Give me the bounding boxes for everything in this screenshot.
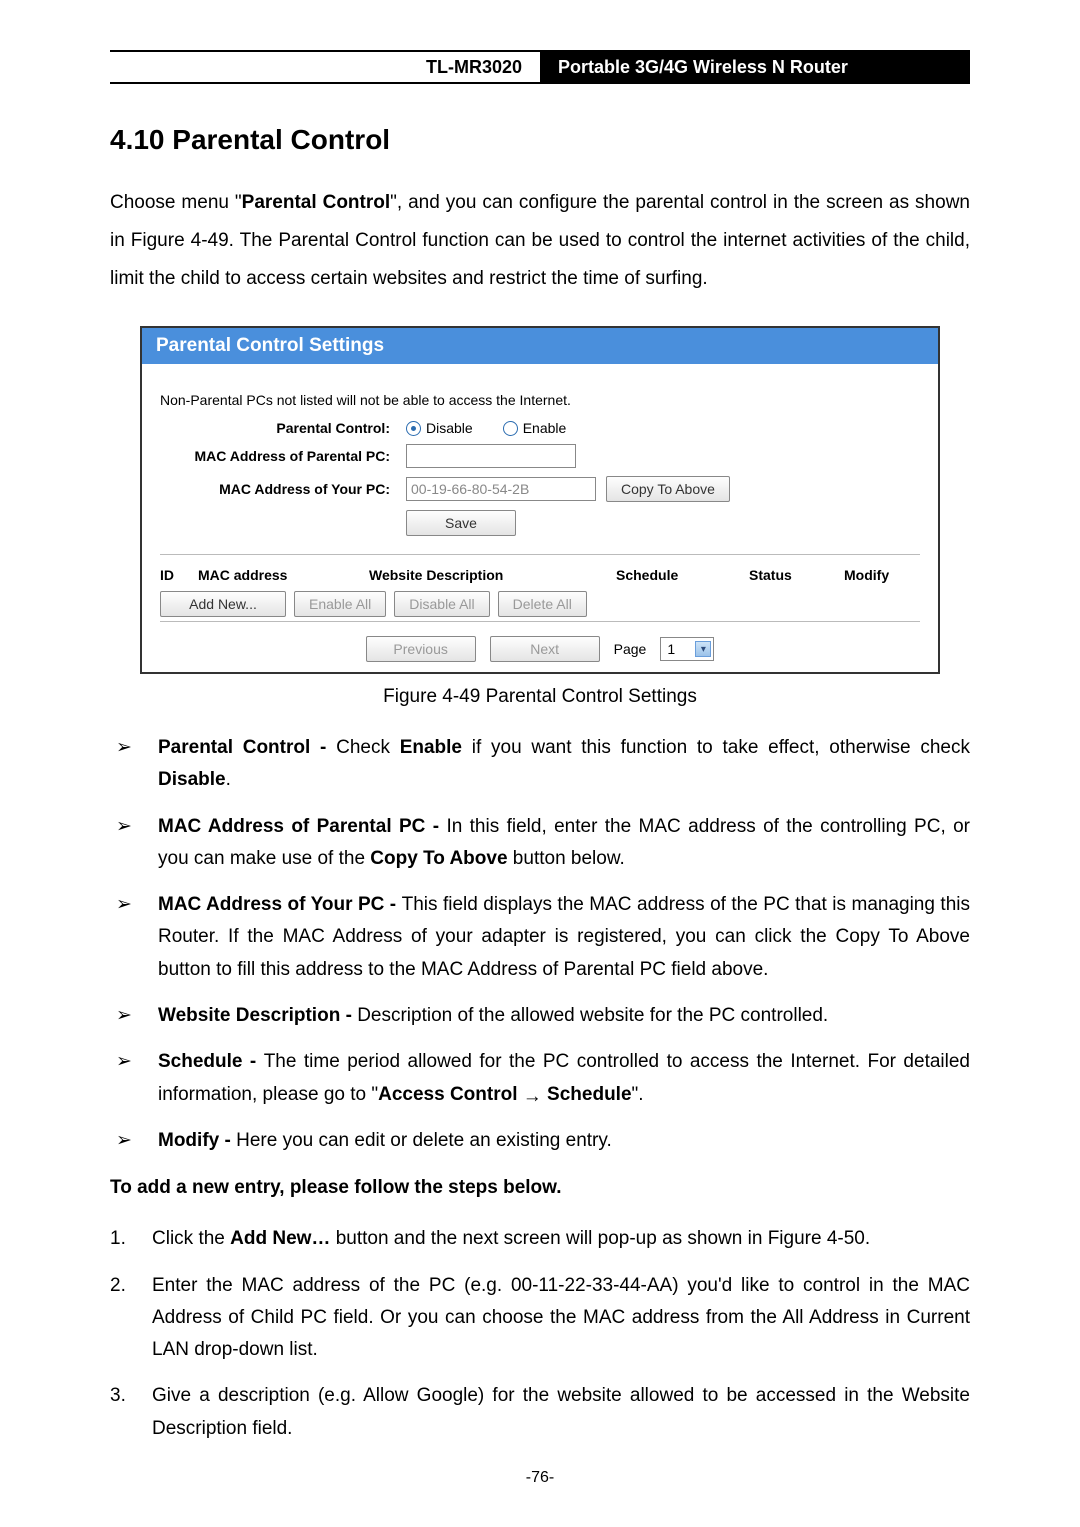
definition-item: ➢MAC Address of Your PC - This field dis…: [110, 889, 970, 986]
pager: Previous Next Page 1 ▾: [160, 621, 920, 666]
definition-item: ➢Schedule - The time period allowed for …: [110, 1046, 970, 1111]
bullet-icon: ➢: [110, 811, 158, 876]
parental-control-panel: Parental Control Settings Non-Parental P…: [140, 326, 940, 674]
radio-disable[interactable]: Disable: [406, 420, 473, 436]
product-name: Portable 3G/4G Wireless N Router: [540, 52, 970, 82]
bullet-icon: ➢: [110, 1000, 158, 1032]
steps-heading: To add a new entry, please follow the st…: [110, 1177, 970, 1199]
col-mac: MAC address: [198, 567, 369, 583]
page-select[interactable]: 1 ▾: [660, 637, 714, 661]
copy-to-above-button[interactable]: Copy To Above: [606, 476, 730, 502]
panel-notice: Non-Parental PCs not listed will not be …: [160, 392, 920, 408]
input-mac-your[interactable]: 00-19-66-80-54-2B: [406, 477, 596, 501]
delete-all-button[interactable]: Delete All: [498, 591, 587, 617]
figure-caption: Figure 4-49 Parental Control Settings: [110, 686, 970, 708]
label-parental-control: Parental Control:: [160, 420, 406, 436]
disable-all-button[interactable]: Disable All: [394, 591, 489, 617]
row-parental-control: Parental Control: Disable Enable: [160, 420, 920, 436]
row-mac-your: MAC Address of Your PC: 00-19-66-80-54-2…: [160, 476, 920, 502]
radio-enable[interactable]: Enable: [503, 420, 567, 436]
definition-list: ➢Parental Control - Check Enable if you …: [110, 732, 970, 1157]
bullet-icon: ➢: [110, 1125, 158, 1157]
bullet-icon: ➢: [110, 1046, 158, 1111]
table-action-row: Add New... Enable All Disable All Delete…: [160, 591, 920, 617]
step-number: 1.: [110, 1223, 152, 1255]
model-number: TL-MR3020: [110, 52, 540, 82]
previous-button[interactable]: Previous: [366, 636, 476, 662]
save-button[interactable]: Save: [406, 510, 516, 536]
bullet-icon: ➢: [110, 889, 158, 986]
steps-list: 1.Click the Add New… button and the next…: [110, 1223, 970, 1445]
col-id: ID: [160, 567, 198, 583]
add-new-button[interactable]: Add New...: [160, 591, 286, 617]
enable-all-button[interactable]: Enable All: [294, 591, 386, 617]
row-save: Save: [160, 510, 920, 536]
divider: [160, 554, 920, 555]
next-button[interactable]: Next: [490, 636, 600, 662]
definition-item: ➢Modify - Here you can edit or delete an…: [110, 1125, 970, 1157]
page-label: Page: [614, 641, 647, 657]
table-header: ID MAC address Website Description Sched…: [160, 567, 920, 583]
label-mac-parental: MAC Address of Parental PC:: [160, 448, 406, 464]
col-status: Status: [749, 567, 844, 583]
step-number: 3.: [110, 1380, 152, 1445]
chevron-down-icon: ▾: [695, 641, 711, 657]
panel-title: Parental Control Settings: [142, 328, 938, 364]
definition-item: ➢Website Description - Description of th…: [110, 1000, 970, 1032]
radio-dot-icon: [406, 421, 421, 436]
page-number: -76-: [0, 1469, 1080, 1487]
step-item: 2.Enter the MAC address of the PC (e.g. …: [110, 1270, 970, 1367]
intro-paragraph: Choose menu "Parental Control", and you …: [110, 184, 970, 298]
label-mac-your: MAC Address of Your PC:: [160, 481, 406, 497]
section-heading: 4.10 Parental Control: [110, 124, 970, 156]
col-sched: Schedule: [616, 567, 749, 583]
bullet-icon: ➢: [110, 732, 158, 797]
definition-item: ➢Parental Control - Check Enable if you …: [110, 732, 970, 797]
row-mac-parental: MAC Address of Parental PC:: [160, 444, 920, 468]
step-item: 1.Click the Add New… button and the next…: [110, 1223, 970, 1255]
definition-item: ➢MAC Address of Parental PC - In this fi…: [110, 811, 970, 876]
figure-4-49: Parental Control Settings Non-Parental P…: [140, 326, 940, 674]
step-number: 2.: [110, 1270, 152, 1367]
col-modify: Modify: [844, 567, 920, 583]
step-item: 3.Give a description (e.g. Allow Google)…: [110, 1380, 970, 1445]
input-mac-parental[interactable]: [406, 444, 576, 468]
radio-dot-icon: [503, 421, 518, 436]
doc-header: TL-MR3020 Portable 3G/4G Wireless N Rout…: [110, 50, 970, 84]
col-desc: Website Description: [369, 567, 616, 583]
